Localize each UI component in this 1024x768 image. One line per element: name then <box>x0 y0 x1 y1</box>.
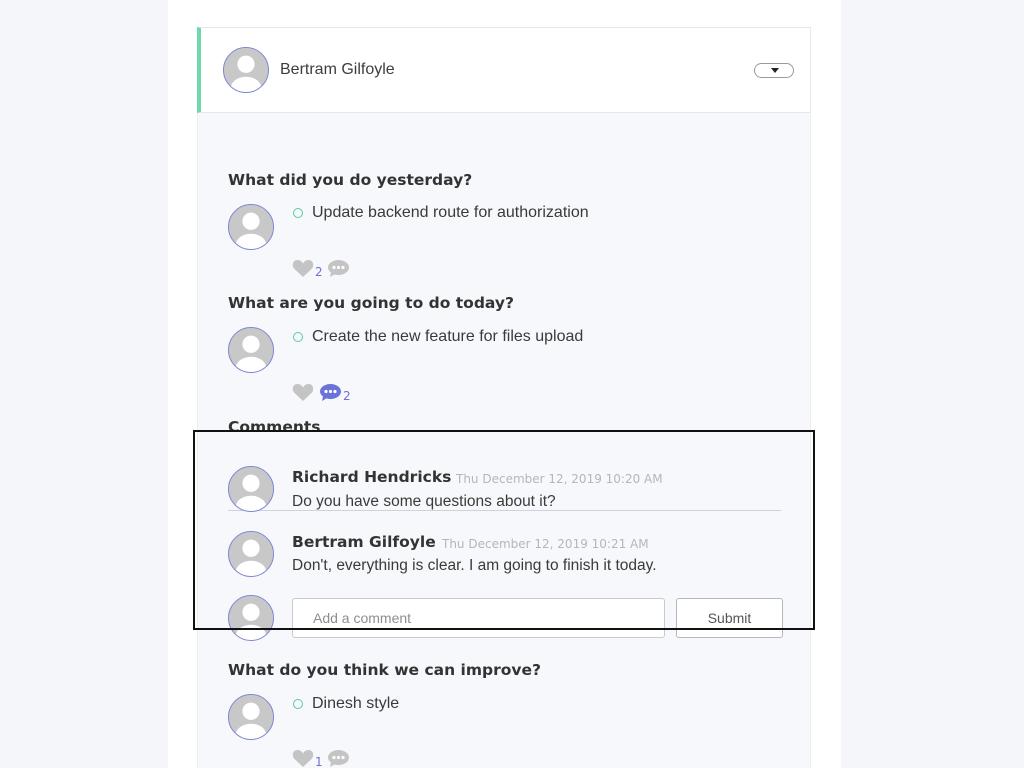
header-user-name: Bertram Gilfoyle <box>280 61 395 78</box>
circle-bullet-icon <box>293 208 303 218</box>
user-avatar-icon[interactable] <box>223 47 269 93</box>
improve-item-text: Dinesh style <box>312 695 400 712</box>
yesterday-like-button[interactable]: 2 <box>292 259 323 278</box>
speech-bubble-icon <box>320 384 341 401</box>
comments-highlight-box <box>193 430 815 630</box>
heart-icon <box>292 749 314 767</box>
header-dropdown-button[interactable] <box>754 63 794 78</box>
section-title-improve: What do you think we can improve? <box>228 661 541 679</box>
improve-like-button[interactable]: 1 <box>292 749 323 768</box>
like-count: 1 <box>315 755 323 768</box>
user-avatar-icon[interactable] <box>228 327 274 373</box>
today-comment-button[interactable]: 2 <box>319 383 351 402</box>
user-avatar-icon[interactable] <box>228 694 274 740</box>
circle-bullet-icon <box>293 699 303 709</box>
section-title-yesterday: What did you do yesterday? <box>228 171 473 189</box>
yesterday-comment-button[interactable] <box>327 259 350 278</box>
yesterday-item-text: Update backend route for authorization <box>312 204 589 221</box>
chevron-down-icon <box>771 68 779 73</box>
today-item-text: Create the new feature for files upload <box>312 328 584 345</box>
section-title-today: What are you going to do today? <box>228 294 515 312</box>
improve-comment-button[interactable] <box>327 749 350 768</box>
circle-bullet-icon <box>293 332 303 342</box>
comment-count: 2 <box>343 389 351 403</box>
today-like-button[interactable] <box>292 383 314 402</box>
like-count: 2 <box>315 265 323 279</box>
speech-bubble-icon <box>328 260 349 277</box>
heart-icon <box>292 383 314 401</box>
card-header: Bertram Gilfoyle <box>197 27 811 113</box>
heart-icon <box>292 259 314 277</box>
standup-card: Bertram Gilfoyle What did you do yesterd… <box>197 27 811 768</box>
user-avatar-icon[interactable] <box>228 204 274 250</box>
speech-bubble-icon <box>328 750 349 767</box>
